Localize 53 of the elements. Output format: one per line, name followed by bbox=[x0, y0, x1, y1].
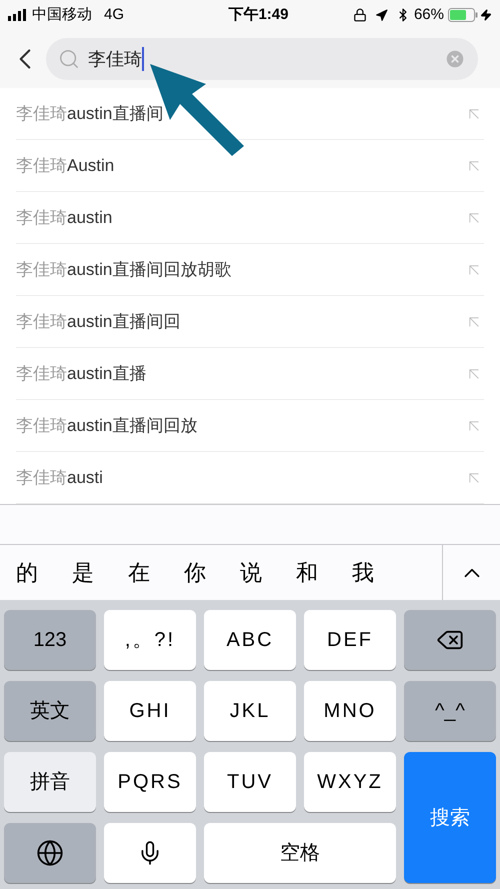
keyboard-key[interactable]: JKL bbox=[204, 681, 296, 741]
battery-icon bbox=[448, 8, 478, 22]
globe-icon bbox=[36, 839, 64, 867]
keyboard-key[interactable]: 英文 bbox=[4, 681, 96, 741]
candidate-word[interactable]: 我 bbox=[352, 556, 374, 589]
signal-icon bbox=[8, 9, 28, 21]
keyboard-key[interactable]: 拼音 bbox=[4, 752, 96, 812]
microphone-key[interactable] bbox=[104, 823, 196, 883]
suggestion-text: 李佳琦austin直播间回放胡歌 bbox=[16, 258, 232, 281]
suggestion-row[interactable]: 李佳琦austin直播间回放胡歌 bbox=[16, 244, 484, 296]
suggestion-text: 李佳琦austin直播间 bbox=[16, 102, 164, 125]
suggestion-row[interactable]: 李佳琦austin bbox=[16, 192, 484, 244]
suggestion-text: 李佳琦austin bbox=[16, 206, 112, 229]
candidate-word[interactable]: 在 bbox=[128, 556, 150, 589]
keyboard-key[interactable]: PQRS bbox=[104, 752, 196, 812]
search-icon bbox=[58, 48, 80, 70]
backspace-key[interactable] bbox=[404, 610, 496, 670]
keyboard-key[interactable]: ,。?! bbox=[104, 610, 196, 670]
candidate-word[interactable]: 和 bbox=[296, 556, 318, 589]
candidate-word[interactable]: 你 bbox=[184, 556, 206, 589]
suggestion-text: 李佳琦austin直播间回放 bbox=[16, 414, 198, 437]
globe-key[interactable] bbox=[4, 823, 96, 883]
text-cursor bbox=[142, 47, 144, 71]
keyboard-key[interactable]: MNO bbox=[304, 681, 396, 741]
search-text: 李佳琦 bbox=[88, 48, 142, 70]
search-key[interactable]: 搜索 bbox=[404, 752, 496, 883]
location-icon bbox=[374, 8, 388, 22]
search-field[interactable]: 李佳琦 bbox=[46, 38, 478, 80]
clear-icon[interactable] bbox=[444, 48, 466, 70]
charging-icon bbox=[480, 9, 492, 21]
keyboard-key[interactable]: ABC bbox=[204, 610, 296, 670]
suggestion-row[interactable]: 李佳琦austin直播 bbox=[16, 348, 484, 400]
carrier-name: 中国移动 bbox=[32, 4, 92, 25]
suggestion-text: 李佳琦austi bbox=[16, 466, 103, 489]
candidate-word[interactable]: 是 bbox=[72, 556, 94, 589]
battery-percent: 66% bbox=[414, 4, 444, 25]
suggestion-text: 李佳琦austin直播间回 bbox=[16, 310, 180, 333]
keyboard-key[interactable]: DEF bbox=[304, 610, 396, 670]
suggestion-text: 李佳琦austin直播 bbox=[16, 362, 146, 385]
suggestion-row[interactable]: 李佳琦austin直播间回 bbox=[16, 296, 484, 348]
clock: 下午1:49 bbox=[227, 4, 288, 25]
rotation-lock-icon bbox=[352, 8, 367, 22]
candidate-word[interactable]: 的 bbox=[16, 556, 38, 589]
suggestion-row[interactable]: 李佳琦austin直播间回放 bbox=[16, 400, 484, 452]
network-type: 4G bbox=[104, 4, 124, 25]
keyboard-key[interactable]: 123 bbox=[4, 610, 96, 670]
space-key[interactable]: 空格 bbox=[204, 823, 396, 883]
suggestion-text: 李佳琦Austin bbox=[16, 154, 114, 177]
keyboard-key[interactable]: GHI bbox=[104, 681, 196, 741]
candidate-word[interactable]: 说 bbox=[240, 556, 262, 589]
keyboard-key[interactable]: TUV bbox=[204, 752, 296, 812]
keyboard-key[interactable]: ^_^ bbox=[404, 681, 496, 741]
keyboard-key[interactable]: WXYZ bbox=[304, 752, 396, 812]
